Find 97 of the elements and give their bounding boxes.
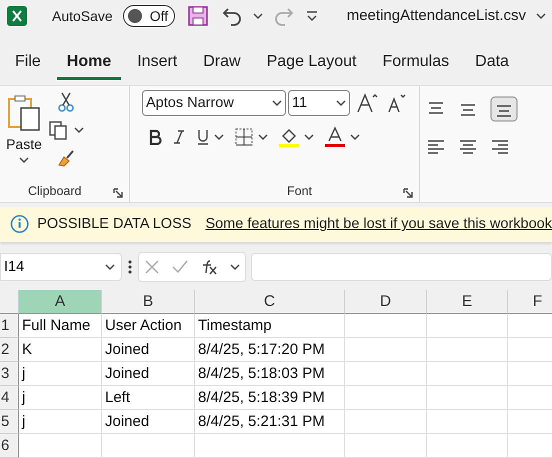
group-label: Clipboard xyxy=(28,184,82,200)
grid-cell[interactable]: Full Name xyxy=(19,314,102,338)
caret-icon xyxy=(74,126,84,134)
formula-input[interactable] xyxy=(251,253,552,281)
column-header[interactable]: B xyxy=(102,290,195,314)
grid-cell[interactable]: 8/4/25, 5:21:31 PM xyxy=(195,410,345,434)
row-header[interactable]: 1 xyxy=(0,314,19,338)
ribbon-tab[interactable]: Home xyxy=(56,46,122,80)
grid-cell[interactable] xyxy=(345,314,427,338)
row-header[interactable]: 3 xyxy=(0,362,19,386)
grid-cell[interactable] xyxy=(102,434,195,458)
grid-cell[interactable] xyxy=(345,338,427,362)
grid-cell[interactable] xyxy=(345,434,427,458)
italic-icon xyxy=(172,128,186,145)
font-name-dropdown[interactable]: Aptos Narrow xyxy=(142,90,286,116)
caret-icon xyxy=(336,98,346,107)
caret-icon xyxy=(350,132,360,141)
info-icon xyxy=(10,214,30,234)
grid-cell[interactable] xyxy=(427,362,508,386)
align-bottom-icon[interactable] xyxy=(490,96,518,122)
ribbon-tab[interactable]: Insert xyxy=(127,46,188,80)
dialog-launcher-icon xyxy=(113,188,123,198)
column-header[interactable]: E xyxy=(427,290,508,314)
font-size-dropdown[interactable]: 11 xyxy=(288,90,350,116)
ribbon-tab[interactable]: Draw xyxy=(193,46,251,80)
font-color-icon xyxy=(324,126,346,148)
grid-cell[interactable]: Joined xyxy=(102,362,195,386)
ribbon-tab[interactable]: Formulas xyxy=(372,46,460,80)
increase-font-icon xyxy=(356,92,380,114)
column-header[interactable]: D xyxy=(345,290,427,314)
grid-cell[interactable] xyxy=(427,314,508,338)
spreadsheet-app-icon xyxy=(6,4,28,27)
row-header[interactable]: 5 xyxy=(0,410,19,434)
grid-cell[interactable]: Joined xyxy=(102,338,195,362)
grid-cell[interactable] xyxy=(427,386,508,410)
name-box[interactable]: I14 xyxy=(0,253,122,281)
caret-icon xyxy=(105,263,115,271)
grid-cell[interactable]: Joined xyxy=(102,410,195,434)
borders-icon xyxy=(234,126,254,147)
grid-cell[interactable] xyxy=(19,434,102,458)
scissors-icon xyxy=(57,92,75,112)
align-center-icon xyxy=(458,138,478,156)
caret-icon xyxy=(258,132,268,141)
copy-icon xyxy=(48,120,68,140)
banner-link[interactable]: Some features might be lost if you save this workbook xyxy=(205,216,552,232)
ribbon-tab[interactable]: Page Layout xyxy=(256,46,366,80)
align-left-icon xyxy=(426,138,446,156)
grid-cell[interactable]: 8/4/25, 5:17:20 PM xyxy=(195,338,345,362)
decrease-font-icon xyxy=(386,92,408,114)
enter-icon xyxy=(170,259,189,275)
column-header[interactable]: A xyxy=(19,290,102,314)
grid-cell[interactable] xyxy=(195,434,345,458)
grid-cell[interactable] xyxy=(345,362,427,386)
file-name[interactable]: meetingAttendanceList.csv xyxy=(346,7,526,24)
grid-cell[interactable] xyxy=(345,410,427,434)
select-all-corner[interactable] xyxy=(0,290,19,314)
row-header[interactable]: 4 xyxy=(0,386,19,410)
autosave-toggle[interactable]: Off xyxy=(122,4,175,27)
paste-button[interactable]: Paste xyxy=(6,136,42,152)
caret-icon xyxy=(214,132,224,141)
caret-icon xyxy=(304,132,314,141)
dialog-launcher-icon xyxy=(402,188,413,198)
grid-cell[interactable]: j xyxy=(19,386,102,410)
clipboard-icon xyxy=(6,94,42,132)
caret-icon xyxy=(19,156,29,164)
cancel-icon xyxy=(144,259,160,275)
grid-cell[interactable]: 8/4/25, 5:18:39 PM xyxy=(195,386,345,410)
ribbon-tab[interactable]: Data xyxy=(465,46,519,80)
caret-icon xyxy=(272,98,282,107)
customize-icon xyxy=(304,8,319,23)
group-label: Font xyxy=(286,184,312,200)
autosave-label: AutoSave xyxy=(52,8,113,24)
underline-icon xyxy=(196,128,210,146)
grid-cell[interactable]: j xyxy=(19,362,102,386)
caret-icon xyxy=(536,12,546,20)
grid-cell[interactable]: K xyxy=(19,338,102,362)
paintbrush-icon xyxy=(56,148,76,168)
row-header[interactable]: 2 xyxy=(0,338,19,362)
caret-icon xyxy=(252,12,263,20)
banner-title: POSSIBLE DATA LOSS xyxy=(37,216,192,232)
ribbon-tab[interactable]: File xyxy=(5,46,51,80)
grid-cell[interactable]: 8/4/25, 5:18:03 PM xyxy=(195,362,345,386)
grid-cell[interactable]: j xyxy=(19,410,102,434)
grid-cell[interactable] xyxy=(427,410,508,434)
grid-cell[interactable]: Left xyxy=(102,386,195,410)
grid-cell[interactable]: Timestamp xyxy=(195,314,345,338)
grid-cell[interactable]: User Action xyxy=(102,314,195,338)
caret-icon xyxy=(230,263,240,271)
row-header[interactable]: 6 xyxy=(0,434,19,458)
grid-cell[interactable] xyxy=(427,338,508,362)
bold-icon xyxy=(148,128,162,145)
align-right-icon xyxy=(490,138,510,156)
grid-cell[interactable] xyxy=(427,434,508,458)
more-icon xyxy=(127,259,133,275)
grid-cell[interactable] xyxy=(345,386,427,410)
column-header[interactable]: F xyxy=(508,290,552,314)
column-header[interactable]: C xyxy=(195,290,345,314)
